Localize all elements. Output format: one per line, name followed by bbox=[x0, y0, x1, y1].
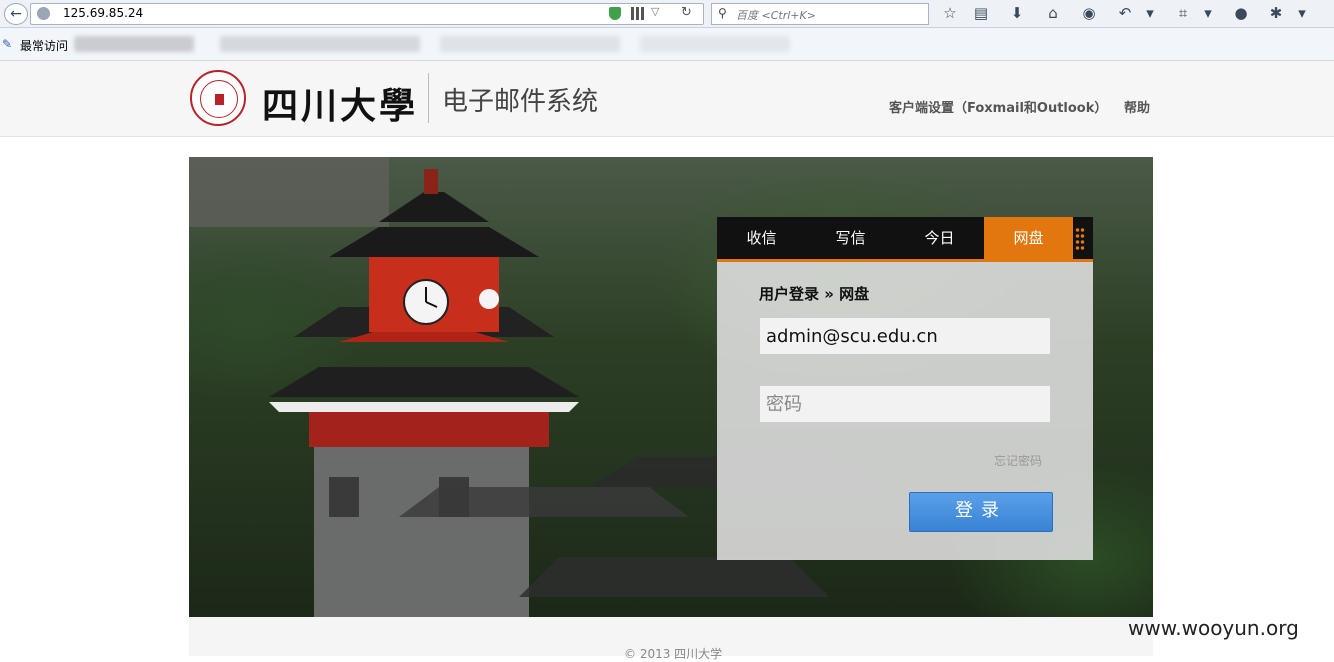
login-heading: 用户登录 » 网盘 bbox=[759, 285, 870, 303]
login-form: 用户登录 » 网盘 忘记密码 登录 bbox=[717, 259, 1093, 560]
tab-compose[interactable]: 写信 bbox=[806, 217, 895, 259]
undo-icon[interactable]: ↶ bbox=[1115, 3, 1135, 23]
accent-rule bbox=[717, 259, 1093, 262]
tab-netdisk[interactable]: 网盘 bbox=[984, 217, 1073, 259]
comment-icon[interactable]: ● bbox=[1231, 3, 1251, 23]
refresh-icon[interactable]: ↻ bbox=[681, 5, 692, 20]
chevron-down-icon[interactable]: ▾ bbox=[1140, 3, 1160, 23]
bug-icon[interactable]: ✱ bbox=[1266, 3, 1286, 23]
help-link[interactable]: 帮助 bbox=[1124, 97, 1150, 116]
crop-icon[interactable]: ⌗ bbox=[1173, 3, 1193, 23]
site-header: 四川大學 电子邮件系统 客户端设置（Foxmail和Outlook） 帮助 bbox=[0, 61, 1334, 137]
login-panel: 收信 写信 今日 网盘 用户登录 » 网盘 忘记密码 登录 bbox=[717, 217, 1093, 560]
chevron-down-icon[interactable]: ▽ bbox=[651, 5, 659, 18]
chevron-down-icon[interactable]: ▾ bbox=[1292, 3, 1312, 23]
copyright: © 2013 四川大学 bbox=[624, 647, 723, 661]
seal-gate bbox=[215, 94, 224, 105]
download-icon[interactable]: ⬇ bbox=[1007, 3, 1027, 23]
search-icon: ⚲ bbox=[718, 6, 727, 20]
bookmark-most-visited[interactable]: 最常访问 bbox=[20, 37, 68, 54]
more-dots-icon[interactable] bbox=[1075, 227, 1085, 251]
tab-inbox[interactable]: 收信 bbox=[717, 217, 806, 259]
blurred-bookmarks bbox=[440, 36, 620, 52]
blurred-bookmarks bbox=[74, 36, 194, 52]
star-icon[interactable]: ☆ bbox=[940, 3, 960, 23]
brand-divider bbox=[428, 73, 429, 123]
bookmarks-bar: ✎ 最常访问 bbox=[0, 28, 1334, 61]
username-field[interactable] bbox=[760, 318, 1050, 354]
url-text[interactable]: 125.69.85.24 bbox=[63, 6, 143, 20]
university-seal-icon bbox=[190, 70, 246, 126]
browser-toolbar: ← 125.69.85.24 ▽ ↻ ⚲ 百度 <Ctrl+K> ☆ ▤ ⬇ ⌂… bbox=[0, 0, 1334, 28]
password-field[interactable] bbox=[760, 386, 1050, 422]
home-icon[interactable]: ⌂ bbox=[1043, 3, 1063, 23]
bookmark-icon: ✎ bbox=[2, 37, 13, 51]
search-placeholder: 百度 <Ctrl+K> bbox=[736, 9, 816, 22]
reading-list-icon[interactable]: ▤ bbox=[971, 3, 991, 23]
brand-name: 四川大學 bbox=[262, 85, 419, 127]
back-arrow-icon[interactable]: ← bbox=[4, 3, 28, 25]
blurred-bookmarks bbox=[220, 36, 420, 52]
blurred-bookmarks bbox=[640, 36, 790, 52]
login-button[interactable]: 登录 bbox=[909, 492, 1053, 532]
tab-today[interactable]: 今日 bbox=[895, 217, 984, 259]
chevron-down-icon[interactable]: ▾ bbox=[1198, 3, 1218, 23]
address-bar[interactable]: 125.69.85.24 ▽ ↻ bbox=[30, 3, 704, 25]
system-title: 电子邮件系统 bbox=[442, 87, 599, 117]
globe-icon bbox=[37, 7, 50, 20]
forgot-password-link[interactable]: 忘记密码 bbox=[994, 452, 1042, 469]
search-input[interactable]: ⚲ 百度 <Ctrl+K> bbox=[711, 3, 929, 25]
chat-icon[interactable]: ◉ bbox=[1079, 3, 1099, 23]
tab-bar: 收信 写信 今日 网盘 bbox=[717, 217, 1093, 259]
qr-code-icon[interactable] bbox=[631, 7, 644, 20]
client-setup-link[interactable]: 客户端设置（Foxmail和Outlook） bbox=[889, 97, 1107, 116]
shield-icon[interactable] bbox=[609, 7, 621, 20]
seal-ring bbox=[200, 80, 238, 118]
watermark: www.wooyun.org bbox=[1128, 616, 1299, 640]
